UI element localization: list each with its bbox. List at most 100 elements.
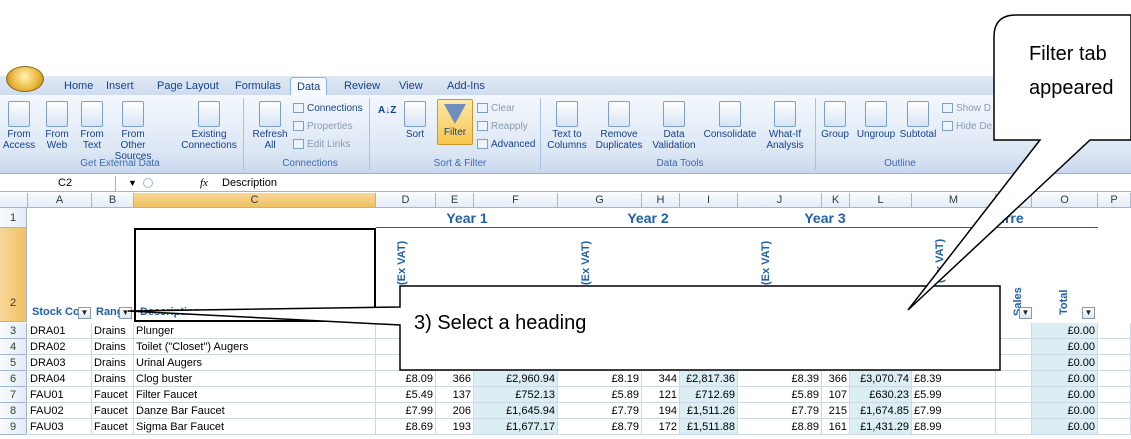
cell-f[interactable] bbox=[474, 355, 558, 371]
row-header[interactable]: 7 bbox=[0, 387, 27, 403]
cell-g[interactable] bbox=[558, 339, 642, 355]
cell-e[interactable]: 206 bbox=[436, 403, 474, 419]
cell-code[interactable]: FAU03 bbox=[28, 419, 92, 435]
row-header[interactable]: 9 bbox=[0, 419, 27, 435]
col-header[interactable]: N bbox=[996, 193, 1032, 208]
cell-l[interactable]: £630.23 bbox=[850, 387, 912, 403]
cell-n[interactable] bbox=[996, 323, 1032, 339]
filter-dropdown-button[interactable]: ▼ bbox=[1082, 307, 1095, 319]
cell-i[interactable]: £712.69 bbox=[680, 387, 738, 403]
cell-code[interactable]: DRA03 bbox=[28, 355, 92, 371]
cell-l[interactable]: £1,431.29 bbox=[850, 419, 912, 435]
cell-h[interactable]: 344 bbox=[642, 371, 680, 387]
cell-j[interactable] bbox=[738, 339, 822, 355]
cell-i[interactable]: £1,511.26 bbox=[680, 403, 738, 419]
cell-m[interactable]: £8.39 bbox=[912, 371, 996, 387]
row-header[interactable]: 6 bbox=[0, 371, 27, 387]
cell-d[interactable]: £5.49 bbox=[376, 387, 436, 403]
cell-e[interactable]: 193 bbox=[436, 419, 474, 435]
cell-p[interactable] bbox=[1098, 403, 1131, 419]
cell-p[interactable] bbox=[1098, 323, 1131, 339]
cell-e[interactable] bbox=[436, 355, 474, 371]
cell-o[interactable]: £0.00 bbox=[1032, 371, 1098, 387]
cell-g[interactable]: £8.19 bbox=[558, 371, 642, 387]
cell-k[interactable]: 89 bbox=[822, 323, 850, 339]
col-header[interactable]: B bbox=[92, 193, 134, 208]
cell-f[interactable]: £1,645.94 bbox=[474, 403, 558, 419]
properties-button[interactable]: Properties bbox=[293, 121, 353, 133]
col-header[interactable]: J bbox=[738, 193, 822, 208]
cell-d[interactable] bbox=[376, 355, 436, 371]
cell-e[interactable] bbox=[436, 339, 474, 355]
refresh-all-button[interactable]: Refresh All bbox=[250, 101, 290, 151]
tab-data[interactable]: Data bbox=[290, 77, 328, 96]
cell-g[interactable]: £8.79 bbox=[558, 419, 642, 435]
hide-detail-button[interactable]: Hide De bbox=[942, 121, 992, 133]
name-box[interactable]: C2 bbox=[2, 176, 116, 191]
filter-button[interactable]: Filter bbox=[437, 99, 473, 145]
cell-l[interactable]: £684.41 bbox=[850, 323, 912, 339]
row-header-2[interactable]: 2 bbox=[0, 228, 27, 322]
cell-h[interactable]: 121 bbox=[642, 387, 680, 403]
cell-m[interactable]: £5.99 bbox=[912, 387, 996, 403]
sort-az-button[interactable]: A↓Z bbox=[378, 105, 396, 117]
reapply-button[interactable]: Reapply bbox=[477, 121, 528, 133]
cell-g[interactable]: £5.89 bbox=[558, 387, 642, 403]
cell-desc[interactable]: Danze Bar Faucet bbox=[134, 403, 376, 419]
cell-k[interactable]: 215 bbox=[822, 403, 850, 419]
remove-duplicates-button[interactable]: Remove Duplicates bbox=[593, 101, 645, 151]
cell-i[interactable] bbox=[680, 355, 738, 371]
col-header[interactable]: M bbox=[912, 193, 996, 208]
cell-k[interactable]: 185 bbox=[822, 339, 850, 355]
cancel-icon[interactable] bbox=[143, 178, 153, 188]
show-detail-button[interactable]: Show D bbox=[942, 103, 991, 115]
cell-f[interactable]: £1,677.17 bbox=[474, 419, 558, 435]
existing-connections-button[interactable]: Existing Connections bbox=[178, 101, 240, 151]
cell-range[interactable]: Faucet bbox=[92, 387, 134, 403]
cell-l[interactable]: £1,674.85 bbox=[850, 403, 912, 419]
cell-d[interactable]: £8.09 bbox=[376, 371, 436, 387]
cell-l[interactable]: £1,478.15 bbox=[850, 339, 912, 355]
tab-home[interactable]: Home bbox=[64, 79, 93, 93]
row-header[interactable]: 8 bbox=[0, 403, 27, 419]
tab-formulas[interactable]: Formulas bbox=[235, 79, 281, 93]
cell-j[interactable]: £8.89 bbox=[738, 419, 822, 435]
what-if-analysis-button[interactable]: What-If Analysis bbox=[760, 101, 810, 151]
cell-n[interactable] bbox=[996, 419, 1032, 435]
cell-code[interactable]: DRA04 bbox=[28, 371, 92, 387]
col-header[interactable]: I bbox=[680, 193, 738, 208]
group-button[interactable]: Group bbox=[818, 101, 852, 140]
from-text-button[interactable]: From Text bbox=[76, 101, 108, 151]
cell-i[interactable] bbox=[680, 339, 738, 355]
cell-n[interactable] bbox=[996, 339, 1032, 355]
tab-view[interactable]: View bbox=[399, 79, 423, 93]
cell-l[interactable]: £3,070.74 bbox=[850, 371, 912, 387]
from-web-button[interactable]: From Web bbox=[40, 101, 74, 151]
cell-m[interactable]: £7.99 bbox=[912, 323, 996, 339]
connections-button[interactable]: Connections bbox=[293, 103, 363, 115]
cell-n[interactable] bbox=[996, 371, 1032, 387]
cell-k[interactable]: 107 bbox=[822, 387, 850, 403]
cell-p[interactable] bbox=[1098, 419, 1131, 435]
col-header[interactable]: H bbox=[642, 193, 680, 208]
cell-n[interactable] bbox=[996, 355, 1032, 371]
cell-p[interactable] bbox=[1098, 387, 1131, 403]
cell-m[interactable]: £7.99 bbox=[912, 403, 996, 419]
subtotal-button[interactable]: Subtotal bbox=[898, 101, 938, 140]
col-header[interactable]: L bbox=[850, 193, 912, 208]
tab-add-ins[interactable]: Add-Ins bbox=[447, 79, 485, 93]
cell-range[interactable]: Faucet bbox=[92, 419, 134, 435]
filter-dropdown-button[interactable]: ▼ bbox=[78, 307, 91, 319]
cell-h[interactable] bbox=[642, 355, 680, 371]
col-header[interactable]: E bbox=[436, 193, 474, 208]
cell-n[interactable] bbox=[996, 387, 1032, 403]
col-header[interactable]: P bbox=[1098, 193, 1131, 208]
filter-dropdown-button[interactable]: ▼ bbox=[119, 307, 132, 319]
cell-f[interactable]: £752.13 bbox=[474, 387, 558, 403]
row-header[interactable]: 5 bbox=[0, 355, 27, 371]
cell-range[interactable]: Faucet bbox=[92, 403, 134, 419]
cell-d[interactable]: £8.69 bbox=[376, 419, 436, 435]
cell-o[interactable]: £0.00 bbox=[1032, 387, 1098, 403]
cell-e[interactable]: 137 bbox=[436, 387, 474, 403]
col-header[interactable]: K bbox=[822, 193, 850, 208]
